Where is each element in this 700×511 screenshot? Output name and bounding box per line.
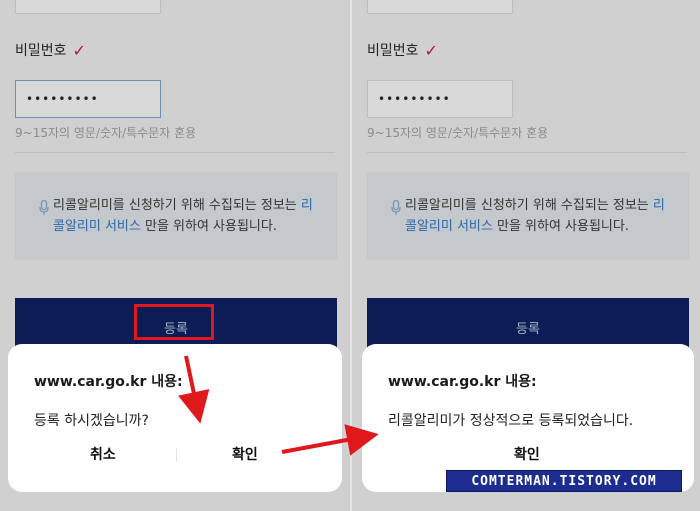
notice-accent-1[interactable]: 리 (301, 198, 313, 213)
notice-accent-2[interactable]: 콜알리미 서비스 (405, 219, 493, 234)
privacy-notice: 리콜알리미를 신청하기 위해 수집되는 정보는 리 콜알리미 서비스 만을 위하… (15, 172, 337, 260)
dialog-button-separator (176, 448, 177, 462)
password-hint: 9~15자의 영문/숫자/특수문자 혼용 (15, 126, 197, 140)
dialog-title: www.car.go.kr 내용: (34, 374, 183, 390)
notice-text-2: 만을 위하여 사용됩니다. (140, 219, 277, 234)
highlight-box (134, 304, 214, 340)
microphone-icon (39, 200, 49, 215)
ok-button[interactable]: 확인 (514, 444, 540, 464)
privacy-notice: 리콜알리미를 신청하기 위해 수집되는 정보는 리 콜알리미 서비스 만을 위하… (367, 172, 689, 260)
dialog-message: 리콜알리미가 정상적으로 등록되었습니다. (388, 413, 634, 429)
password-input-value: ••••••••• (378, 92, 451, 106)
microphone-icon (391, 200, 401, 215)
previous-input-field[interactable] (15, 0, 161, 14)
divider-line (15, 152, 335, 153)
password-hint: 9~15자의 영문/숫자/특수문자 혼용 (367, 126, 549, 140)
ok-button[interactable]: 확인 (232, 444, 258, 464)
screenshot-stage: 비밀번호 ✓ ••••••••• 9~15자의 영문/숫자/특수문자 혼용 리콜… (0, 0, 700, 511)
confirm-dialog: www.car.go.kr 내용: 등록 하시겠습니까? 취소 확인 (8, 344, 342, 492)
password-input[interactable]: ••••••••• (15, 80, 161, 118)
password-label-text: 비밀번호 (15, 43, 67, 59)
notice-text-2: 만을 위하여 사용됩니다. (492, 219, 629, 234)
dialog-title: www.car.go.kr 내용: (388, 374, 537, 390)
password-label: 비밀번호 ✓ (367, 40, 438, 60)
cancel-button[interactable]: 취소 (90, 444, 116, 464)
dialog-message: 등록 하시겠습니까? (34, 413, 149, 429)
password-input-value: ••••••••• (26, 92, 99, 106)
password-input[interactable]: ••••••••• (367, 80, 513, 118)
checkmark-icon: ✓ (424, 40, 438, 60)
divider-line (367, 152, 687, 153)
watermark: COMTERMAN.TISTORY.COM (446, 470, 682, 492)
notice-text-1: 리콜알리미를 신청하기 위해 수집되는 정보는 (405, 198, 653, 213)
notice-accent-2[interactable]: 콜알리미 서비스 (53, 219, 141, 234)
notice-text-1: 리콜알리미를 신청하기 위해 수집되는 정보는 (53, 198, 301, 213)
previous-input-field[interactable] (367, 0, 513, 14)
password-label: 비밀번호 ✓ (15, 40, 86, 60)
notice-accent-1[interactable]: 리 (653, 198, 665, 213)
password-label-text: 비밀번호 (367, 43, 419, 59)
checkmark-icon: ✓ (72, 40, 86, 60)
